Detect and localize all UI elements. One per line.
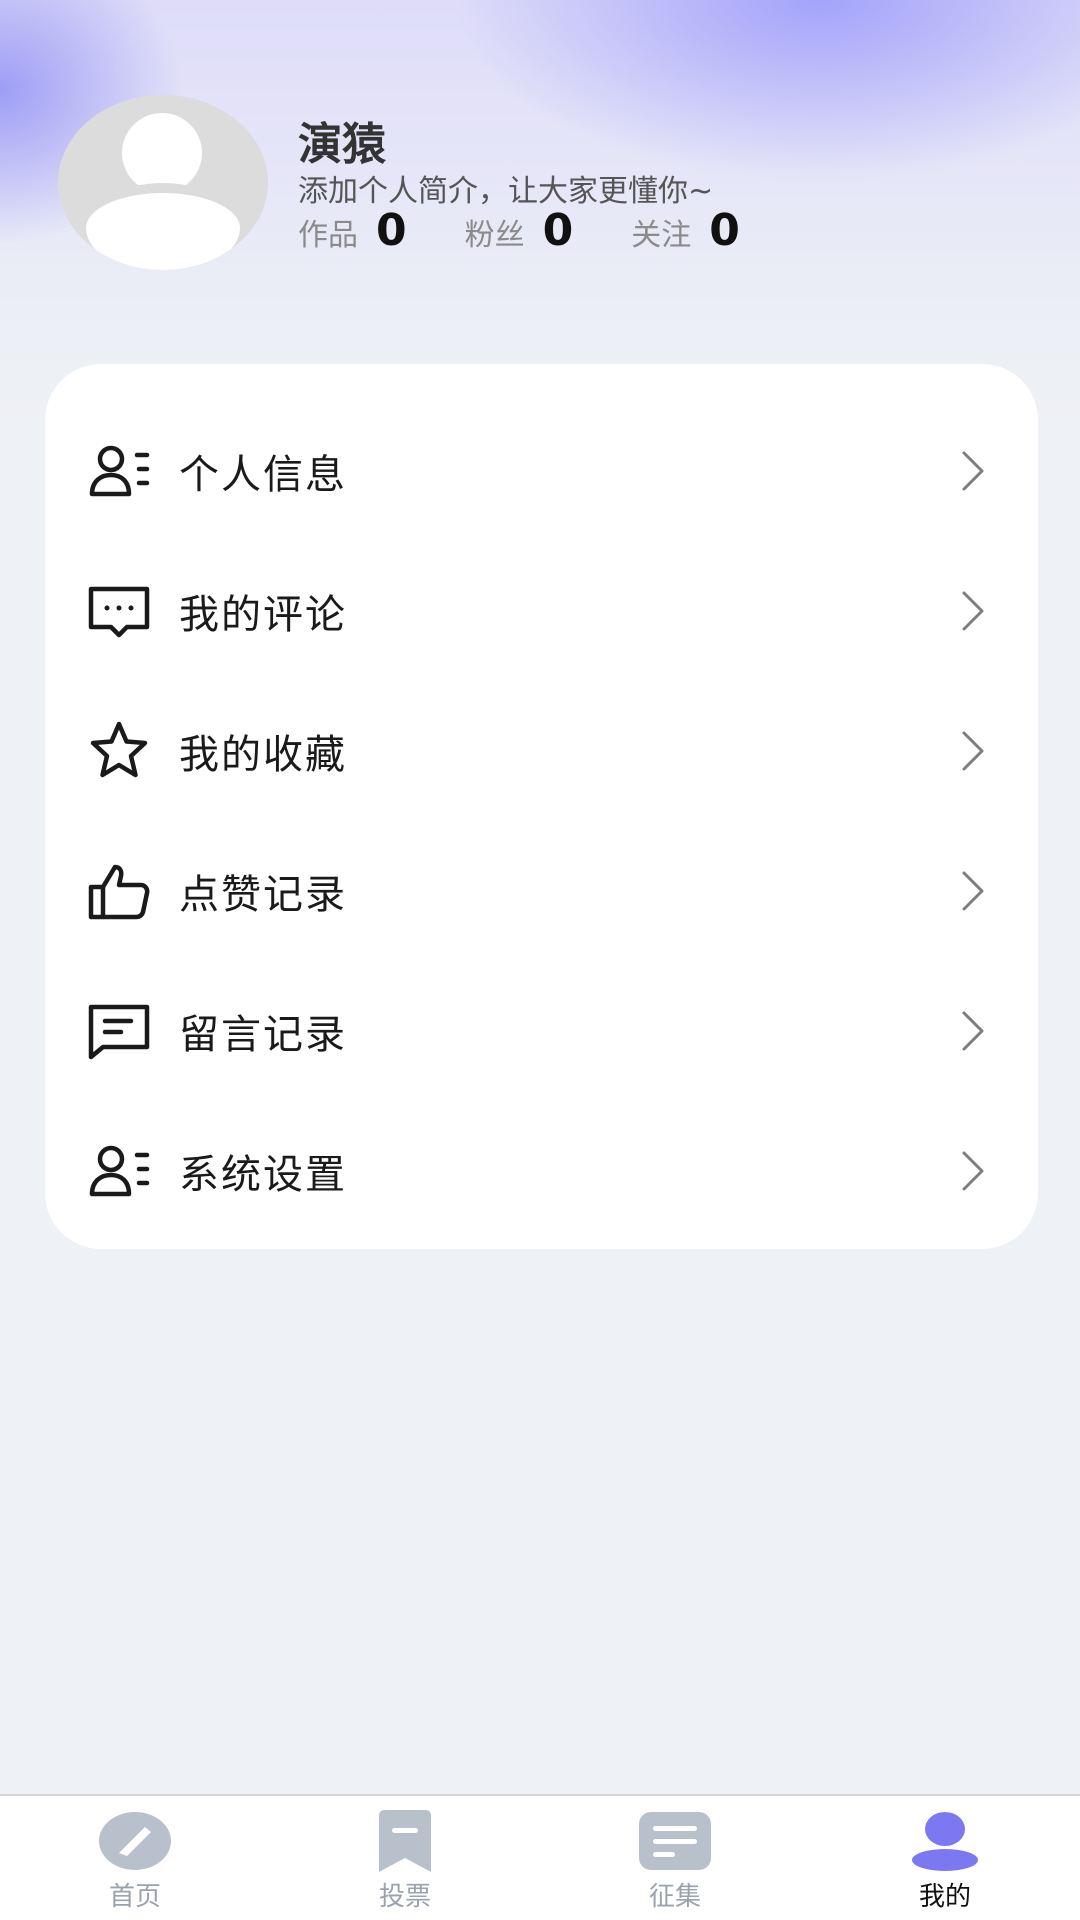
menu-item-label: 留言记录 bbox=[179, 1012, 347, 1058]
username: 演猿 bbox=[298, 119, 386, 170]
document-icon bbox=[637, 1810, 713, 1872]
stats-row: 作品 0 粉丝 0 关注 0 bbox=[298, 205, 798, 256]
avatar-body-shape bbox=[86, 183, 240, 270]
menu-item-my-favorites[interactable]: 我的收藏 bbox=[45, 681, 1038, 821]
user-icon bbox=[907, 1810, 983, 1872]
tab-home[interactable]: 首页 bbox=[65, 1810, 205, 1913]
stat-value: 0 bbox=[542, 205, 574, 256]
tab-label: 首页 bbox=[108, 1882, 161, 1912]
menu-item-label: 点赞记录 bbox=[179, 872, 347, 918]
message-icon bbox=[87, 999, 151, 1063]
tab-label: 我的 bbox=[918, 1882, 971, 1912]
menu-item-my-comments[interactable]: 我的评论 bbox=[45, 541, 1038, 681]
menu-item-like-records[interactable]: 点赞记录 bbox=[45, 821, 1038, 961]
stat-fans[interactable]: 粉丝 0 bbox=[465, 205, 574, 256]
avatar-head-shape bbox=[122, 113, 202, 193]
menu-item-label: 个人信息 bbox=[179, 452, 347, 498]
menu-item-label: 系统设置 bbox=[179, 1152, 347, 1198]
menu-item-system-settings[interactable]: 系统设置 bbox=[45, 1101, 1038, 1241]
menu-item-personal-info[interactable]: 个人信息 bbox=[45, 401, 1038, 541]
chevron-right-icon bbox=[962, 591, 984, 631]
user-list-icon bbox=[87, 439, 151, 503]
chevron-right-icon bbox=[962, 451, 984, 491]
chevron-right-icon bbox=[962, 1151, 984, 1191]
menu-item-message-records[interactable]: 留言记录 bbox=[45, 961, 1038, 1101]
stat-label: 关注 bbox=[631, 218, 692, 253]
chevron-right-icon bbox=[962, 731, 984, 771]
bio-prompt[interactable]: 添加个人简介，让大家更懂你~ bbox=[298, 166, 713, 210]
chevron-right-icon bbox=[962, 1011, 984, 1051]
chevron-right-icon bbox=[962, 871, 984, 911]
bookmark-icon bbox=[367, 1810, 443, 1872]
menu-card: 个人信息 我的评论 我的收藏 点赞记录 留言记录 系统设置 bbox=[45, 364, 1038, 1249]
tab-label: 投票 bbox=[378, 1882, 431, 1912]
tab-collect[interactable]: 征集 bbox=[605, 1810, 745, 1913]
star-icon bbox=[87, 719, 151, 783]
stat-works[interactable]: 作品 0 bbox=[298, 205, 407, 256]
profile-page: 演猿 添加个人简介，让大家更懂你~ 作品 0 粉丝 0 关注 0 个人信息 我的… bbox=[0, 0, 1080, 1920]
stat-value: 0 bbox=[376, 205, 407, 256]
stat-value: 0 bbox=[709, 205, 740, 256]
user-list-icon bbox=[87, 1139, 151, 1203]
bottom-tab-bar: 首页 投票 征集 我的 bbox=[0, 1794, 1080, 1920]
tab-mine[interactable]: 我的 bbox=[875, 1810, 1015, 1913]
tab-label: 征集 bbox=[648, 1882, 701, 1912]
stat-label: 粉丝 bbox=[464, 218, 525, 253]
compass-icon bbox=[97, 1810, 173, 1872]
stat-label: 作品 bbox=[298, 218, 358, 253]
thumbs-up-icon bbox=[87, 859, 151, 923]
menu-item-label: 我的评论 bbox=[179, 592, 347, 638]
tab-vote[interactable]: 投票 bbox=[335, 1810, 475, 1913]
avatar[interactable] bbox=[58, 95, 268, 270]
menu-item-label: 我的收藏 bbox=[179, 732, 347, 778]
stat-following[interactable]: 关注 0 bbox=[631, 205, 740, 256]
comment-icon bbox=[87, 579, 151, 643]
